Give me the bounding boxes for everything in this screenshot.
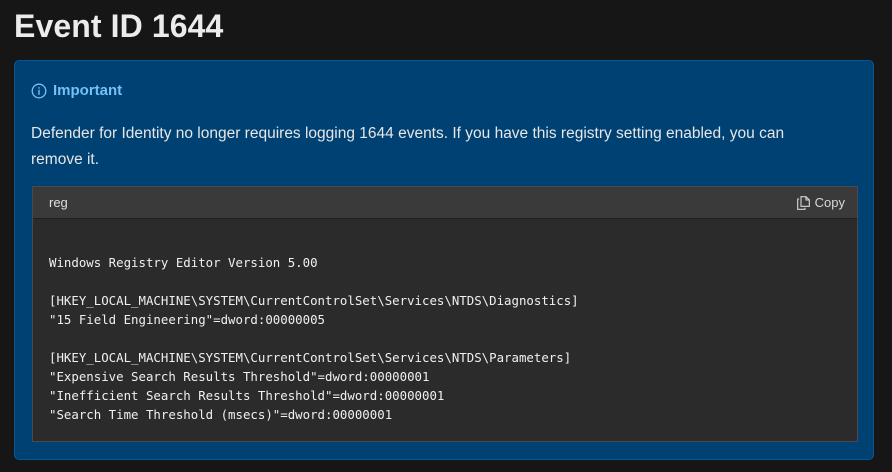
important-alert: Important Defender for Identity no longe…	[14, 60, 874, 460]
code-block: reg Copy Windows Registry Editor Version…	[32, 186, 858, 442]
code-line: "Inefficient Search Results Threshold"=d…	[49, 388, 445, 403]
copy-button-label: Copy	[814, 195, 845, 210]
code-line: Windows Registry Editor Version 5.00	[49, 255, 318, 270]
code-line: "Search Time Threshold (msecs)"=dword:00…	[49, 407, 393, 422]
page: Event ID 1644 Important Defender for Ide…	[0, 0, 892, 472]
alert-heading: Important	[31, 81, 122, 101]
code-header: reg Copy	[33, 187, 857, 219]
code-content: Windows Registry Editor Version 5.00 [HKE…	[49, 253, 579, 424]
copy-icon	[796, 196, 810, 210]
alert-heading-label: Important	[53, 82, 123, 99]
code-line: [HKEY_LOCAL_MACHINE\SYSTEM\CurrentContro…	[49, 350, 572, 365]
code-line: [HKEY_LOCAL_MACHINE\SYSTEM\CurrentContro…	[49, 293, 579, 308]
code-line: "15 Field Engineering"=dword:00000005	[49, 312, 326, 327]
info-icon	[31, 83, 47, 99]
alert-body-text: Defender for Identity no longer requires…	[31, 125, 785, 168]
page-title: Event ID 1644	[14, 8, 224, 44]
copy-button[interactable]: Copy	[795, 193, 847, 213]
code-language-label: reg	[49, 195, 68, 210]
code-line: "Expensive Search Results Threshold"=dwo…	[49, 369, 430, 384]
